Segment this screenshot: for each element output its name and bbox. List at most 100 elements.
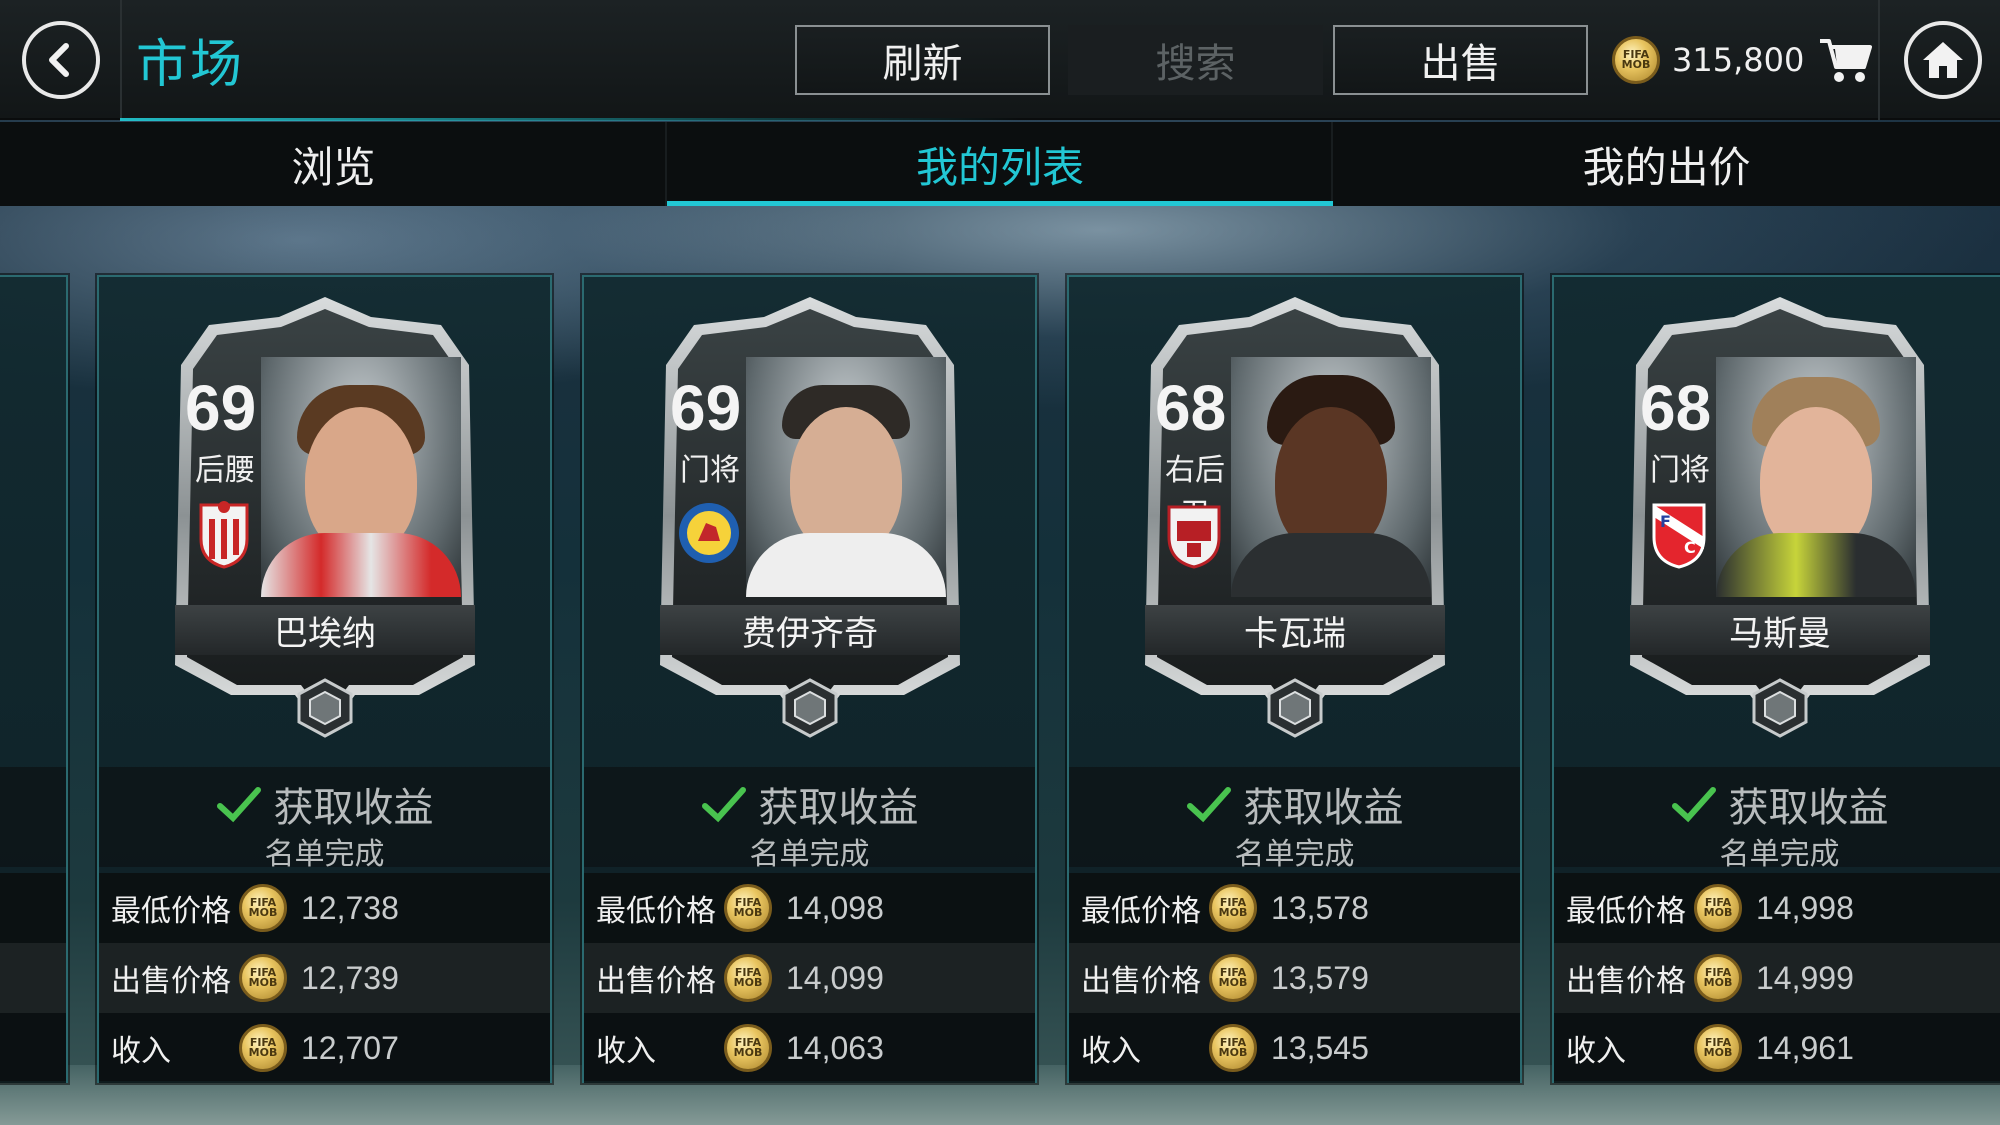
partial-row xyxy=(0,943,66,1013)
player-rating: 69 xyxy=(185,372,257,444)
sell-price-value: 12,739 xyxy=(301,959,399,996)
income-row: 收入 FIFA MOB 12,707 xyxy=(99,1013,550,1083)
min-price-label: 最低价格 xyxy=(1566,894,1686,929)
partial-row xyxy=(0,873,66,943)
partial-status-row xyxy=(0,767,66,867)
player-name: 费伊齐奇 xyxy=(660,605,960,655)
coin-icon: FIFA MOB xyxy=(1694,954,1742,1002)
sub-status-text: 名单完成 xyxy=(1234,837,1355,872)
income-label: 收入 xyxy=(1566,1034,1626,1069)
coin-icon: FIFA MOB xyxy=(724,954,772,1002)
min-price-row: 最低价格 FIFA MOB 14,998 xyxy=(1554,873,2000,943)
player-portrait xyxy=(1716,357,1916,597)
title-underline xyxy=(120,118,1020,121)
income-label: 收入 xyxy=(596,1034,656,1069)
coin-icon: FIFA MOB xyxy=(239,884,287,932)
income-value: 14,961 xyxy=(1756,1029,1854,1066)
partial-row xyxy=(0,1013,66,1083)
home-icon xyxy=(1923,42,1963,78)
listing-card[interactable]: 69 后腰 巴埃纳 获取收益 名单完成 最低价格 FIFA MOB 12,738 … xyxy=(97,275,552,1083)
income-label: 收入 xyxy=(1081,1034,1141,1069)
coin-icon: FIFA MOB xyxy=(1694,1024,1742,1072)
player-portrait xyxy=(1231,357,1431,597)
player-card[interactable]: 69 门将 费伊齐奇 xyxy=(654,295,966,745)
sub-status-text: 名单完成 xyxy=(1719,837,1840,872)
min-price-value: 12,738 xyxy=(301,889,399,926)
listing-card[interactable]: 69 门将 费伊齐奇 获取收益 名单完成 最低价格 FIFA MOB 14,098… xyxy=(582,275,1037,1083)
listing-card-partial[interactable] xyxy=(0,275,68,1083)
svg-text:C: C xyxy=(1684,538,1696,557)
status-text: 获取收益 xyxy=(1243,785,1404,831)
sell-price-value: 13,579 xyxy=(1271,959,1369,996)
listing-card[interactable]: 68 右后卫 卡瓦瑞 获取收益 名单完成 最低价格 FIFAMOB 13,578… xyxy=(1067,275,1522,1083)
check-icon xyxy=(1671,787,1716,823)
coin-icon: FIFA MOB xyxy=(1612,36,1660,84)
sell-price-value: 14,999 xyxy=(1756,959,1854,996)
hexagon-emblem-icon xyxy=(297,678,353,738)
sell-price-label: 出售价格 xyxy=(1566,964,1686,999)
coin-icon: FIFA MOB xyxy=(1209,1024,1257,1072)
min-price-row: 最低价格 FIFA MOB 14,098 xyxy=(584,873,1035,943)
sell-price-label: 出售价格 xyxy=(596,964,716,999)
status-text: 获取收益 xyxy=(758,785,919,831)
income-row: 收入 FIFA MOB 14,063 xyxy=(584,1013,1035,1083)
back-button[interactable] xyxy=(22,21,100,99)
braunschweig-badge-icon xyxy=(679,503,739,563)
hexagon-emblem-icon xyxy=(782,678,838,738)
player-card[interactable]: 68 门将 F C 马斯曼 xyxy=(1624,295,1936,745)
income-row: 收入 FIFA MOB 14,961 xyxy=(1554,1013,2000,1083)
coin-icon: FIFA MOB xyxy=(1694,884,1742,932)
coin-amount: 315,800 xyxy=(1672,41,1805,79)
player-position: 门将 xyxy=(680,453,740,488)
hexagon-emblem-icon xyxy=(1752,678,1808,738)
player-name: 巴埃纳 xyxy=(175,605,475,655)
min-price-value: 14,998 xyxy=(1756,889,1854,926)
sell-price-row: 出售价格 FIFA MOB 12,739 xyxy=(99,943,550,1013)
player-position: 后腰 xyxy=(195,453,255,488)
status-text: 获取收益 xyxy=(273,785,434,831)
player-rating: 68 xyxy=(1640,372,1712,444)
sell-price-label: 出售价格 xyxy=(1081,964,1201,999)
min-price-label: 最低价格 xyxy=(111,894,231,929)
min-price-row: 最低价格 FIFA MOB 13,578 xyxy=(1069,873,1520,943)
chevron-left-icon xyxy=(49,43,69,77)
hexagon-emblem-icon xyxy=(1267,678,1323,738)
search-button[interactable]: 搜索 xyxy=(1068,25,1323,95)
check-icon xyxy=(701,787,746,823)
refresh-button[interactable]: 刷新 xyxy=(795,25,1050,95)
coin-icon: FIFA MOB xyxy=(1209,954,1257,1002)
player-card[interactable]: 69 后腰 巴埃纳 xyxy=(169,295,481,745)
listing-card[interactable]: 68 门将 F C 马斯曼 获取收益 名单完成 最低价格 FIFA MOB 14,… xyxy=(1552,275,2000,1083)
player-name: 卡瓦瑞 xyxy=(1145,605,1445,655)
player-name: 马斯曼 xyxy=(1630,605,1930,655)
sell-price-row: 出售价格 FIFA MOB 13,579 xyxy=(1069,943,1520,1013)
sell-price-label: 出售价格 xyxy=(111,964,231,999)
home-button[interactable] xyxy=(1904,21,1982,99)
status-row: 获取收益 名单完成 xyxy=(1554,767,2000,872)
sell-button[interactable]: 出售 xyxy=(1333,25,1588,95)
income-value: 12,707 xyxy=(301,1029,399,1066)
tab-browse[interactable]: 浏览 xyxy=(0,122,667,206)
player-rating: 68 xyxy=(1155,372,1227,444)
granada-badge-icon xyxy=(199,501,249,569)
income-value: 14,063 xyxy=(786,1029,884,1066)
status-row: 获取收益 名单完成 xyxy=(1069,767,1520,872)
min-price-label: 最低价格 xyxy=(1081,894,1201,929)
coin-icon: FIFA MOB xyxy=(239,954,287,1002)
cart-icon[interactable] xyxy=(1818,35,1874,85)
min-price-row: 最低价格 FIFA MOB 12,738 xyxy=(99,873,550,943)
tab-my-bids[interactable]: 我的出价 xyxy=(1333,122,2000,206)
sub-status-text: 名单完成 xyxy=(264,837,385,872)
coin-icon: FIFA MOB xyxy=(1209,884,1257,932)
top-bar: 市场 刷新 搜索 出售 FIFA MOB 315,800 xyxy=(0,0,2000,121)
check-icon xyxy=(216,787,261,823)
utrecht-badge-icon: F C xyxy=(1652,503,1706,569)
barnsley-badge-icon xyxy=(1167,505,1221,569)
status-row: 获取收益 名单完成 xyxy=(584,767,1035,872)
player-card[interactable]: 68 右后卫 卡瓦瑞 xyxy=(1139,295,1451,745)
player-rating: 69 xyxy=(670,372,742,444)
coin-icon: FIFA MOB xyxy=(724,1024,772,1072)
status-row: 获取收益 名单完成 xyxy=(99,767,550,872)
tab-my-list[interactable]: 我的列表 xyxy=(666,122,1334,206)
market-tabs: 浏览 我的列表 我的出价 xyxy=(0,122,2000,206)
